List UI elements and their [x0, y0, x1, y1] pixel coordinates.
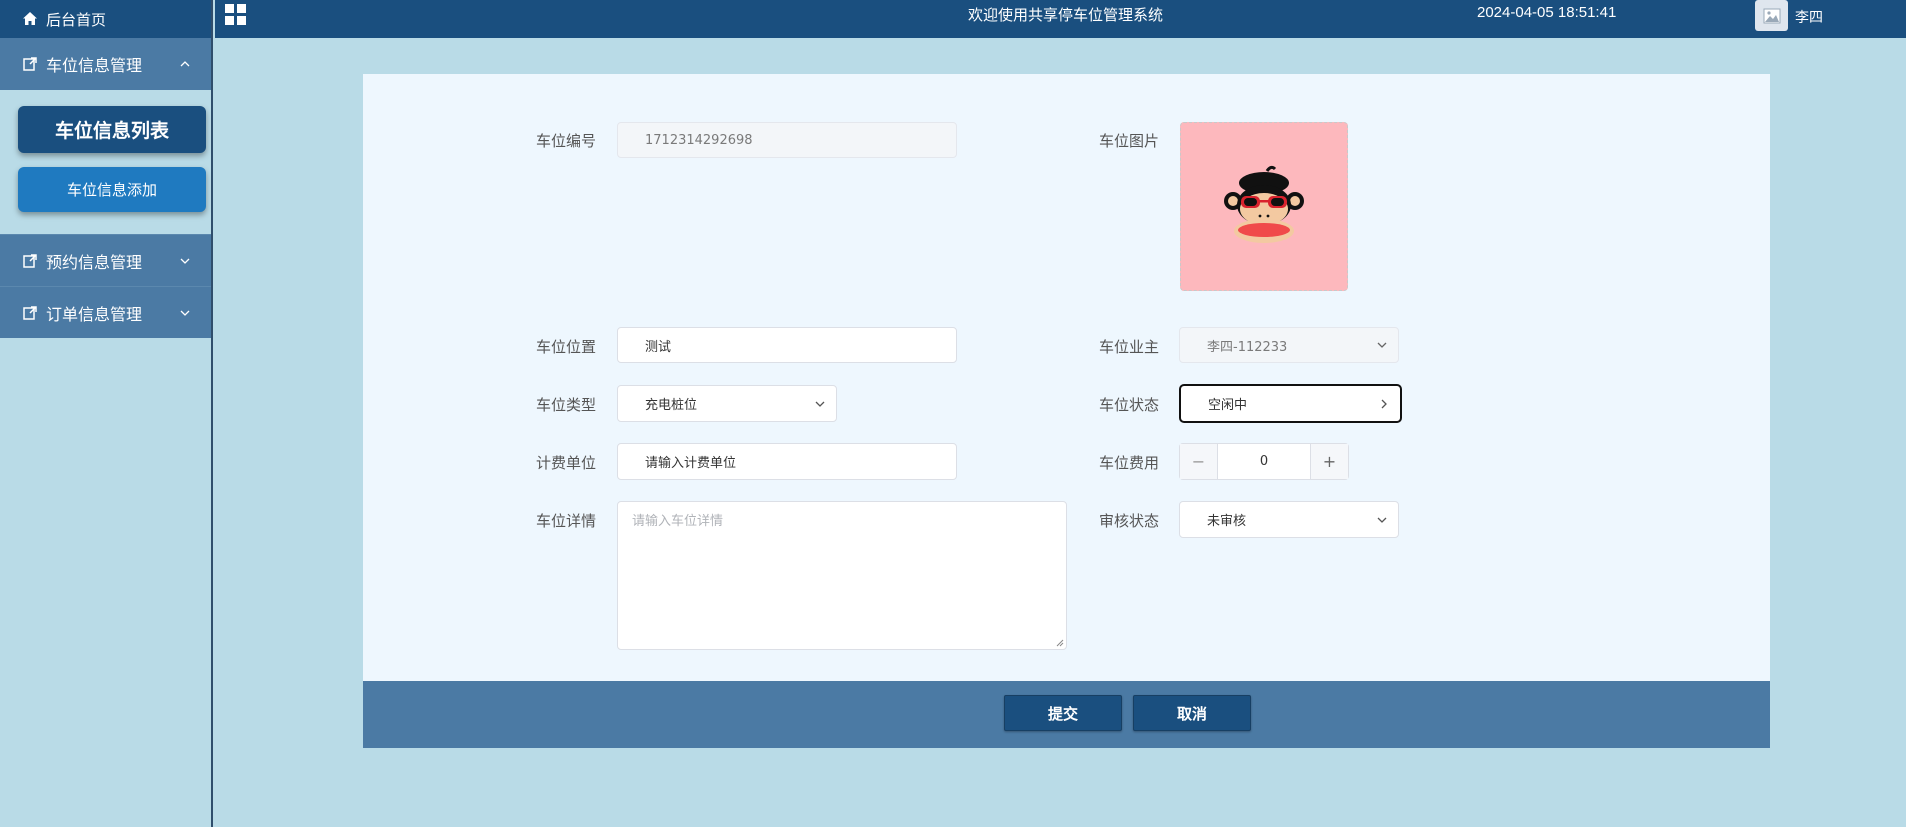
label-unit: 计费单位 — [535, 454, 596, 472]
sidebar-home-label: 后台首页 — [46, 10, 107, 29]
sidebar-group-label: 订单信息管理 — [46, 304, 143, 324]
chevron-down-icon — [814, 398, 826, 410]
sidebar-group-parking-info[interactable]: 车位信息管理 — [0, 38, 211, 90]
audit-value: 未审核 — [1207, 514, 1247, 529]
sidebar-item-label: 车位信息列表 — [54, 120, 169, 142]
datetime-display: 2024-04-05 18:51:41 — [1477, 4, 1617, 21]
chevron-up-icon — [179, 58, 191, 70]
unit-input[interactable]: 请输入计费单位 — [617, 443, 957, 480]
resize-handle-icon[interactable] — [1056, 639, 1064, 647]
label-fee: 车位费用 — [1098, 454, 1159, 472]
sidebar: 后台首页 车位信息管理 车位信息列表 车位信息添加 预约信息管理 订单信息管理 — [0, 0, 213, 827]
cancel-button[interactable]: 取消 — [1133, 695, 1251, 731]
label-type: 车位类型 — [535, 396, 596, 414]
status-select[interactable]: 空闲中 — [1179, 384, 1402, 423]
chevron-down-icon — [1376, 514, 1388, 526]
menu-grid-icon[interactable] — [225, 4, 247, 26]
unit-value: 请输入计费单位 — [645, 456, 737, 471]
code-field: 1712314292698 — [617, 122, 957, 158]
edit-icon — [22, 56, 38, 72]
location-input[interactable]: 测试 — [617, 327, 957, 363]
decrement-button[interactable]: − — [1180, 444, 1218, 479]
sidebar-home[interactable]: 后台首页 — [0, 0, 211, 38]
photo-upload[interactable] — [1180, 122, 1348, 291]
label-owner: 车位业主 — [1098, 338, 1159, 356]
owner-value: 李四-112233 — [1207, 339, 1288, 355]
sidebar-item-label: 车位信息添加 — [66, 181, 157, 199]
code-value: 1712314292698 — [645, 132, 753, 148]
image-icon — [1763, 8, 1780, 23]
monkey-avatar-image — [1224, 165, 1304, 243]
sidebar-submenu: 车位信息列表 车位信息添加 — [0, 90, 211, 234]
sidebar-group-reservation[interactable]: 预约信息管理 — [0, 234, 211, 286]
chevron-right-icon — [1378, 398, 1390, 410]
label-detail: 车位详情 — [535, 512, 596, 530]
chevron-down-icon — [179, 255, 191, 267]
label-audit: 审核状态 — [1098, 512, 1159, 530]
edit-icon — [22, 305, 38, 321]
sidebar-item-parking-list[interactable]: 车位信息列表 — [18, 106, 206, 153]
fee-value[interactable]: 0 — [1218, 444, 1310, 479]
welcome-title: 欢迎使用共享停车位管理系统 — [968, 6, 1164, 24]
sidebar-group-label: 车位信息管理 — [46, 56, 143, 75]
type-select[interactable]: 充电桩位 — [617, 385, 837, 422]
chevron-down-icon — [179, 307, 191, 319]
label-code: 车位编号 — [535, 132, 596, 150]
label-location: 车位位置 — [535, 338, 596, 356]
detail-placeholder: 请输入车位详情 — [632, 514, 724, 529]
user-name[interactable]: 李四 — [1795, 7, 1823, 27]
sidebar-item-parking-add[interactable]: 车位信息添加 — [18, 167, 206, 212]
location-value: 测试 — [645, 339, 672, 355]
detail-textarea[interactable]: 请输入车位详情 — [617, 501, 1067, 650]
submit-button[interactable]: 提交 — [1004, 695, 1122, 731]
owner-select[interactable]: 李四-112233 — [1179, 327, 1399, 363]
avatar[interactable] — [1755, 0, 1788, 31]
home-icon — [22, 11, 38, 27]
sidebar-group-label: 预约信息管理 — [46, 252, 143, 272]
audit-select[interactable]: 未审核 — [1179, 501, 1399, 538]
top-bar: 欢迎使用共享停车位管理系统 2024-04-05 18:51:41 李四 — [215, 0, 1906, 38]
status-value: 空闲中 — [1208, 398, 1248, 413]
edit-icon — [22, 253, 38, 269]
label-status: 车位状态 — [1098, 396, 1159, 414]
fee-stepper[interactable]: − 0 + — [1179, 443, 1349, 480]
type-value: 充电桩位 — [645, 398, 698, 413]
label-photo: 车位图片 — [1098, 132, 1159, 150]
chevron-down-icon — [1376, 339, 1388, 351]
sidebar-group-orders[interactable]: 订单信息管理 — [0, 286, 211, 338]
increment-button[interactable]: + — [1310, 444, 1348, 479]
